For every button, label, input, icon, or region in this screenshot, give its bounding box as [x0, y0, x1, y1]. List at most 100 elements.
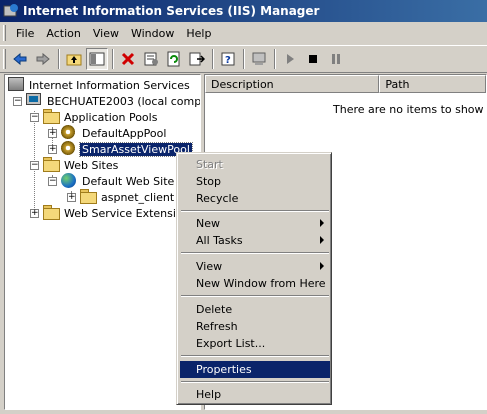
- menu-separator: [181, 210, 329, 212]
- menu-separator: [181, 355, 329, 357]
- tree-label: aspnet_client: [101, 190, 175, 204]
- toolbar-separator: [212, 49, 214, 69]
- context-menu-new-window[interactable]: New Window from Here: [180, 275, 330, 292]
- refresh-icon: [167, 51, 180, 67]
- tree-item-server[interactable]: − BECHUATE2003 (local computer): [13, 93, 201, 109]
- menu-separator: [181, 295, 329, 297]
- submenu-arrow-icon: [320, 262, 324, 270]
- folder-icon: [80, 189, 97, 205]
- menu-help[interactable]: Help: [180, 25, 217, 42]
- tree-pane[interactable]: Internet Information Services − BECHUATE…: [4, 74, 201, 410]
- tree-item-default-app-pool[interactable]: + DefaultAppPool: [48, 125, 168, 141]
- tree-label: BECHUATE2003 (local computer): [47, 94, 201, 108]
- context-menu-delete[interactable]: Delete: [180, 301, 330, 318]
- tree-item-iis-root[interactable]: Internet Information Services: [8, 77, 192, 93]
- context-menu-start[interactable]: Start: [180, 156, 330, 173]
- iis-root-icon: [8, 77, 24, 93]
- expand-icon[interactable]: +: [48, 128, 57, 138]
- start-icon: [287, 54, 294, 64]
- forward-arrow-icon: [36, 52, 50, 66]
- menu-item-label: New: [196, 217, 220, 230]
- tree-label: Default Web Site: [82, 174, 175, 188]
- pause-icon: [332, 54, 340, 64]
- context-menu: Start Stop Recycle New All Tasks View Ne…: [176, 152, 332, 405]
- show-hide-tree-icon: [89, 52, 105, 66]
- globe-icon: [61, 173, 77, 189]
- stop-icon: [309, 55, 317, 63]
- start-button[interactable]: [279, 48, 301, 70]
- context-menu-refresh[interactable]: Refresh: [180, 318, 330, 335]
- toolbar-separator: [58, 49, 60, 69]
- context-menu-new[interactable]: New: [180, 215, 330, 232]
- context-menu-all-tasks[interactable]: All Tasks: [180, 232, 330, 249]
- menu-separator: [181, 381, 329, 383]
- tree-item-smar-asset-view-pool[interactable]: + SmarAssetViewPool: [48, 141, 193, 157]
- computer-button[interactable]: [248, 48, 270, 70]
- menu-file[interactable]: File: [10, 25, 40, 42]
- tree-item-default-web-site[interactable]: − Default Web Site: [48, 173, 176, 189]
- tree-label: Application Pools: [64, 110, 158, 124]
- up-one-level-button[interactable]: [63, 48, 85, 70]
- context-menu-view[interactable]: View: [180, 258, 330, 275]
- expand-icon[interactable]: +: [48, 144, 57, 154]
- tree-item-aspnet-client[interactable]: + aspnet_client: [67, 189, 176, 205]
- export-list-icon: [189, 52, 205, 66]
- title-bar[interactable]: Internet Information Services (IIS) Mana…: [0, 0, 487, 22]
- collapse-icon[interactable]: −: [13, 96, 22, 106]
- pause-button[interactable]: [325, 48, 347, 70]
- menu-grip[interactable]: [3, 25, 6, 41]
- submenu-arrow-icon: [320, 219, 324, 227]
- folder-icon: [43, 157, 60, 173]
- app-pool-gear-icon: [61, 125, 77, 141]
- refresh-button[interactable]: [163, 48, 185, 70]
- properties-button[interactable]: [140, 48, 162, 70]
- folder-icon: [43, 205, 60, 221]
- svg-text:?: ?: [225, 55, 231, 66]
- tree-item-web-sites[interactable]: − Web Sites: [30, 157, 120, 173]
- show-hide-tree-button[interactable]: [86, 48, 108, 70]
- export-list-button[interactable]: [186, 48, 208, 70]
- up-folder-icon: [66, 54, 82, 66]
- help-button[interactable]: ?: [217, 48, 239, 70]
- app-pool-gear-icon: [61, 141, 77, 157]
- delete-icon: [121, 52, 135, 66]
- forward-button[interactable]: [32, 48, 54, 70]
- toolbar-grip[interactable]: [3, 49, 6, 69]
- back-arrow-icon: [13, 52, 27, 66]
- back-button[interactable]: [9, 48, 31, 70]
- column-header-path[interactable]: Path: [379, 75, 486, 93]
- stop-button[interactable]: [302, 48, 324, 70]
- list-header: Description Path: [205, 75, 486, 93]
- toolbar: ?: [0, 45, 487, 73]
- empty-list-message: There are no items to show in this view.: [333, 103, 486, 116]
- computer-icon: [26, 93, 42, 109]
- tree-label: Internet Information Services: [29, 78, 190, 92]
- expand-icon[interactable]: +: [30, 208, 39, 218]
- context-menu-recycle[interactable]: Recycle: [180, 190, 330, 207]
- submenu-arrow-icon: [320, 236, 324, 244]
- menu-action[interactable]: Action: [40, 25, 86, 42]
- collapse-icon[interactable]: −: [30, 160, 39, 170]
- toolbar-separator: [112, 49, 114, 69]
- menu-window[interactable]: Window: [125, 25, 180, 42]
- tree-item-web-service-extensions[interactable]: + Web Service Extensions: [30, 205, 197, 221]
- properties-icon: [144, 52, 158, 66]
- iis-app-icon: [3, 3, 19, 19]
- menu-separator: [181, 252, 329, 254]
- collapse-icon[interactable]: −: [30, 112, 39, 122]
- context-menu-stop[interactable]: Stop: [180, 173, 330, 190]
- toolbar-separator: [274, 49, 276, 69]
- context-menu-properties[interactable]: Properties: [180, 361, 330, 378]
- expand-icon[interactable]: +: [67, 192, 76, 202]
- folder-icon: [43, 109, 60, 125]
- column-header-description[interactable]: Description: [205, 75, 380, 93]
- menu-view[interactable]: View: [87, 25, 125, 42]
- collapse-icon[interactable]: −: [48, 176, 57, 186]
- tree-item-application-pools[interactable]: − Application Pools: [30, 109, 159, 125]
- help-icon: ?: [221, 52, 235, 66]
- context-menu-help[interactable]: Help: [180, 386, 330, 403]
- delete-button[interactable]: [117, 48, 139, 70]
- toolbar-separator: [243, 49, 245, 69]
- menu-bar: File Action View Window Help: [0, 22, 487, 44]
- context-menu-export-list[interactable]: Export List...: [180, 335, 330, 352]
